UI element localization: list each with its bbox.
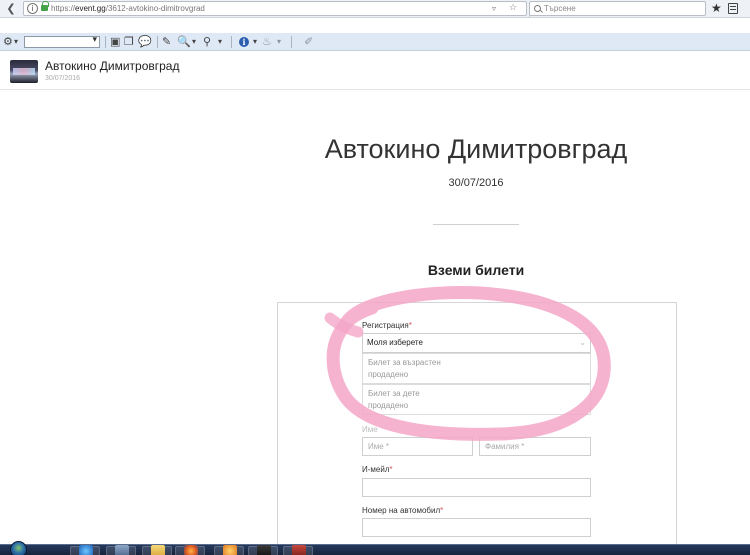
address-bar[interactable]: i https://event.gg/3612-avtokino-dimitro… bbox=[23, 1, 544, 18]
screenshot-root: ❮ i https://event.gg/3612-avtokino-dimit… bbox=[0, 0, 750, 555]
folder-icon bbox=[151, 545, 165, 555]
ticket-option-status: продадено bbox=[368, 370, 409, 379]
app-icon bbox=[223, 545, 237, 555]
event-logo[interactable] bbox=[10, 60, 38, 83]
tickets-heading: Вземи билети bbox=[427, 262, 525, 278]
toolbar-separator bbox=[157, 36, 158, 48]
registration-select[interactable]: Моля изберете ⌄ bbox=[362, 333, 591, 353]
registration-label-text: Регистрация bbox=[362, 321, 409, 330]
toolbar-dropdown[interactable] bbox=[24, 35, 100, 48]
toolbar-separator bbox=[231, 36, 232, 48]
tool-icon bbox=[292, 545, 306, 555]
email-label-text: И-мейл bbox=[362, 465, 390, 474]
url-path: /3612-avtokino-dimitrovgrad bbox=[105, 4, 205, 13]
first-name-placeholder: Име * bbox=[368, 442, 390, 451]
ticket-option-name: Билет за възрастен bbox=[368, 358, 441, 367]
tools-icon[interactable]: ✎ bbox=[162, 35, 171, 49]
required-mark: * bbox=[389, 465, 393, 474]
paperclip-icon[interactable]: ✐ bbox=[304, 35, 313, 49]
library-icon[interactable] bbox=[728, 3, 738, 14]
search-placeholder: Търсене bbox=[544, 4, 576, 13]
car-number-field[interactable] bbox=[362, 518, 591, 537]
taskbar-explorer-button[interactable] bbox=[142, 545, 172, 555]
media-icon bbox=[115, 545, 129, 555]
site-header: Автокино Димитровград 30/07/2016 bbox=[0, 52, 750, 90]
site-info-icon[interactable]: i bbox=[27, 3, 38, 14]
addon-toolbar: ⚙ ▾ ▣ ❐ 💬 ✎ 🔍 ▾ ⚲ ▾ i ▾ ♨ ▾ ✐ bbox=[0, 33, 750, 51]
chevron-down-icon: ⌄ bbox=[579, 338, 586, 347]
zoom-icon[interactable]: 🔍 bbox=[177, 35, 191, 49]
url-dropdown-icon[interactable]: ▿ bbox=[492, 2, 496, 15]
last-name-field[interactable]: Фамилия * bbox=[479, 437, 591, 456]
last-name-placeholder: Фамилия * bbox=[485, 442, 525, 451]
required-mark: * bbox=[440, 506, 444, 515]
addon-menu-dropdown-icon[interactable]: ▾ bbox=[14, 35, 18, 49]
registration-label: Регистрация* bbox=[362, 321, 412, 331]
find-dropdown-icon[interactable]: ▾ bbox=[218, 35, 222, 49]
bookmark-star-icon[interactable]: ★ bbox=[711, 1, 722, 16]
name-label: Име bbox=[362, 425, 378, 434]
registration-select-value: Моля изберете bbox=[367, 338, 423, 347]
taskbar-ie-button[interactable] bbox=[70, 545, 100, 555]
image-icon[interactable]: ▣ bbox=[110, 35, 120, 49]
car-number-label-text: Номер на автомобил bbox=[362, 506, 441, 515]
share-dropdown-icon[interactable]: ▾ bbox=[277, 35, 281, 49]
info-icon[interactable]: i bbox=[239, 37, 249, 47]
site-date: 30/07/2016 bbox=[45, 75, 81, 82]
page-action-icon[interactable]: ☆ bbox=[509, 2, 517, 15]
taskbar-tool-button[interactable] bbox=[283, 545, 313, 555]
browser-url-row: ❮ i https://event.gg/3612-avtokino-dimit… bbox=[0, 0, 750, 18]
zoom-dropdown-icon[interactable]: ▾ bbox=[192, 35, 196, 49]
comment-icon[interactable]: 💬 bbox=[138, 35, 152, 49]
site-title[interactable]: Автокино Димитровград bbox=[45, 59, 179, 73]
share-icon[interactable]: ♨ bbox=[262, 35, 272, 49]
toolbar-separator bbox=[105, 36, 106, 48]
toolbar-separator bbox=[291, 36, 292, 48]
title-divider bbox=[433, 224, 519, 225]
ie-icon bbox=[79, 545, 93, 555]
email-label: И-мейл* bbox=[362, 465, 393, 475]
taskbar-media-button[interactable] bbox=[106, 545, 136, 555]
ticket-option-status: продадено bbox=[368, 401, 409, 410]
ticket-option-adult[interactable]: Билет за възрастен продадено bbox=[362, 353, 591, 384]
back-arrow-icon[interactable]: ❮ bbox=[4, 2, 18, 16]
terminal-icon bbox=[257, 545, 271, 555]
start-button[interactable] bbox=[10, 541, 27, 555]
required-mark: * bbox=[408, 321, 412, 330]
lock-icon bbox=[41, 1, 49, 11]
addon-menu-icon[interactable]: ⚙ bbox=[3, 35, 13, 49]
firefox-icon bbox=[184, 545, 198, 555]
search-input[interactable]: Търсене bbox=[529, 1, 706, 16]
url-prefix: https:// bbox=[51, 4, 76, 13]
event-date: 30/07/2016 bbox=[448, 177, 504, 189]
car-number-label: Номер на автомобил* bbox=[362, 506, 443, 516]
page-title: Автокино Димитровград bbox=[324, 134, 628, 164]
pages-icon[interactable]: ❐ bbox=[124, 35, 134, 49]
email-field[interactable] bbox=[362, 478, 591, 497]
taskbar bbox=[0, 541, 750, 555]
url-host: event.gg bbox=[75, 4, 106, 13]
taskbar-terminal-button[interactable] bbox=[248, 545, 278, 555]
info-dropdown-icon[interactable]: ▾ bbox=[253, 35, 257, 49]
taskbar-app-button[interactable] bbox=[214, 545, 244, 555]
search-icon bbox=[534, 5, 541, 12]
ticket-option-name: Билет за дете bbox=[368, 389, 420, 398]
taskbar-firefox-button[interactable] bbox=[175, 545, 205, 555]
first-name-field[interactable]: Име * bbox=[362, 437, 473, 456]
address-text[interactable]: https://event.gg/3612-avtokino-dimitrovg… bbox=[51, 2, 205, 15]
ticket-option-child[interactable]: Билет за дете продадено bbox=[362, 384, 591, 415]
find-icon[interactable]: ⚲ bbox=[203, 35, 211, 49]
